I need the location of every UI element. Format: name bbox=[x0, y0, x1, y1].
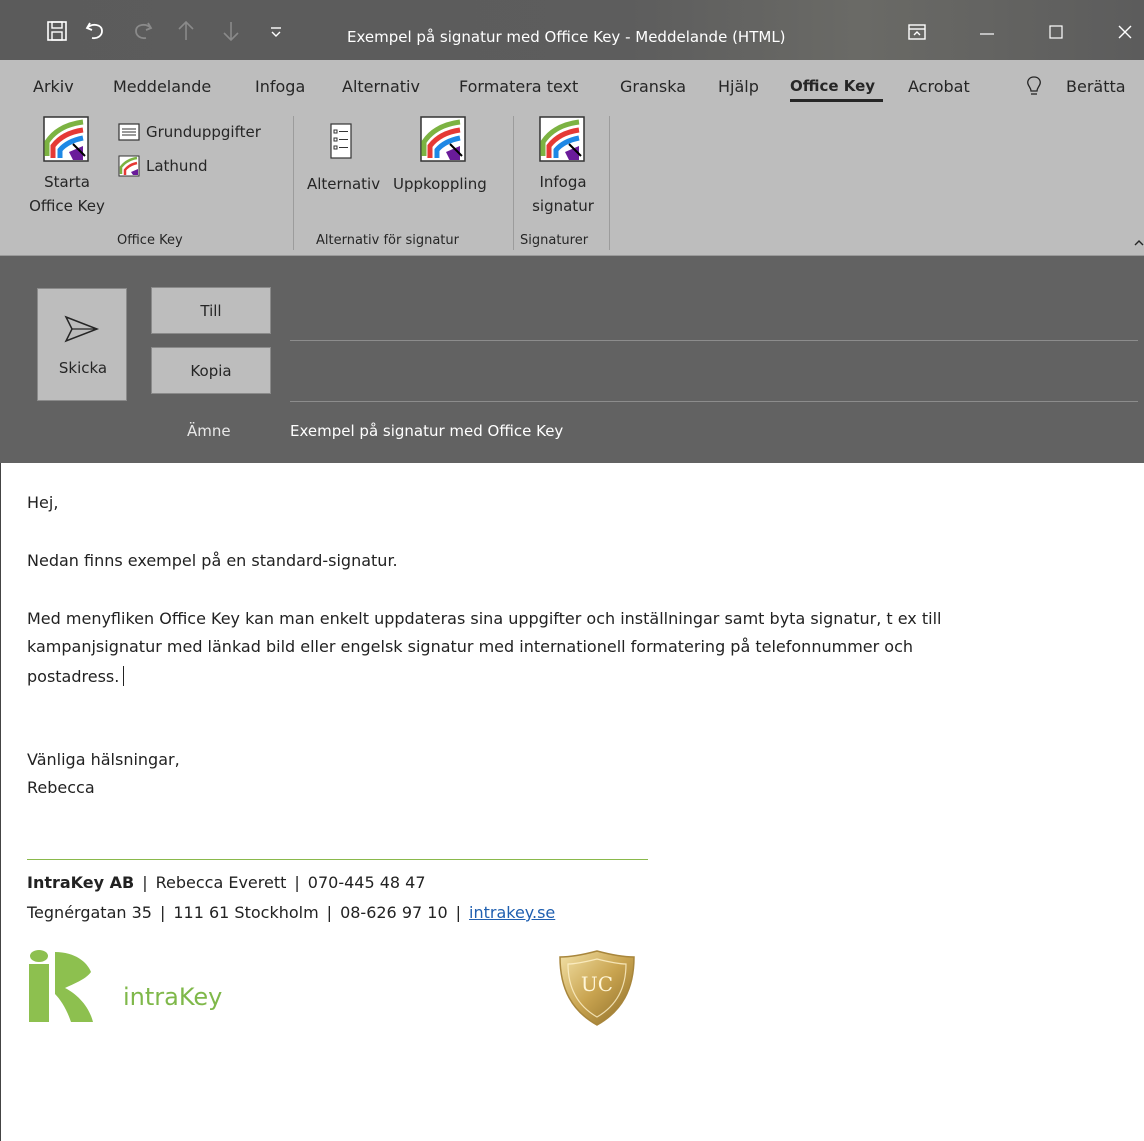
infoga-label-line2: signatur bbox=[532, 197, 594, 215]
tab-office-key[interactable]: Office Key bbox=[790, 77, 875, 95]
separator: | bbox=[455, 903, 462, 922]
lightbulb-icon[interactable] bbox=[1026, 76, 1042, 98]
alternativ-label: Alternativ bbox=[307, 175, 381, 193]
group-label-alternativ: Alternativ för signatur bbox=[316, 233, 459, 248]
up-arrow-icon[interactable] bbox=[173, 18, 199, 44]
ribbon-separator bbox=[513, 116, 514, 250]
signature-city: 111 61 Stockholm bbox=[173, 903, 319, 922]
message-body[interactable]: Hej, Nedan finns exempel på en standard-… bbox=[0, 463, 1144, 1141]
signature-divider bbox=[27, 859, 648, 860]
tab-acrobat[interactable]: Acrobat bbox=[908, 77, 970, 96]
tab-formatera-text[interactable]: Formatera text bbox=[459, 77, 578, 96]
tab-hjalp[interactable]: Hjälp bbox=[718, 77, 759, 96]
collapse-ribbon-icon[interactable] bbox=[1134, 238, 1144, 246]
send-label: Skicka bbox=[58, 359, 108, 377]
uc-badge-icon: UC bbox=[559, 950, 635, 1026]
start-label-line2: Office Key bbox=[29, 197, 105, 215]
ribbon-tabs: Arkiv Meddelande Infoga Alternativ Forma… bbox=[0, 60, 1144, 110]
group-label-office-key: Office Key bbox=[117, 233, 183, 248]
start-label-line1: Starta bbox=[44, 173, 90, 191]
infoga-label-line1: Infoga bbox=[539, 173, 587, 191]
active-tab-indicator bbox=[790, 99, 883, 102]
title-bar: Exempel på signatur med Office Key - Med… bbox=[0, 0, 1144, 60]
office-key-icon bbox=[539, 116, 585, 162]
ribbon-separator bbox=[609, 116, 610, 250]
tab-infoga[interactable]: Infoga bbox=[255, 77, 305, 96]
grunduppgifter-label: Grunduppgifter bbox=[146, 123, 261, 141]
office-key-icon bbox=[43, 116, 89, 162]
body-line-1: Nedan finns exempel på en standard-signa… bbox=[27, 551, 398, 570]
separator: | bbox=[142, 873, 148, 892]
signature-phone: 08-626 97 10 bbox=[340, 903, 448, 922]
down-arrow-icon[interactable] bbox=[218, 18, 244, 44]
save-icon[interactable] bbox=[44, 18, 70, 44]
uc-badge-text: UC bbox=[581, 972, 613, 996]
tab-alternativ[interactable]: Alternativ bbox=[342, 77, 420, 96]
send-button[interactable]: Skicka bbox=[37, 288, 127, 401]
group-label-signaturer: Signaturer bbox=[520, 233, 589, 248]
closing: Vänliga hälsningar, bbox=[27, 750, 180, 769]
tab-granska[interactable]: Granska bbox=[620, 77, 686, 96]
uppkoppling-label: Uppkoppling bbox=[393, 175, 487, 193]
customize-icon[interactable] bbox=[263, 18, 289, 44]
office-key-small-icon bbox=[118, 155, 140, 177]
office-key-icon bbox=[420, 116, 466, 162]
tab-arkiv[interactable]: Arkiv bbox=[33, 77, 74, 96]
sender-name: Rebecca bbox=[27, 778, 95, 797]
body-line-2b: kampanjsignatur med länkad bild eller en… bbox=[27, 637, 914, 656]
signature-street: Tegnérgatan 35 bbox=[27, 903, 152, 922]
signature-line-2: Tegnérgatan 35 | 111 61 Stockholm | 08-626 9… bbox=[27, 903, 555, 922]
close-icon[interactable] bbox=[1115, 22, 1135, 42]
signature-mobile: 070-445 48 47 bbox=[307, 873, 426, 892]
minimize-icon[interactable] bbox=[977, 22, 997, 42]
options-list-icon bbox=[330, 123, 352, 159]
to-field[interactable] bbox=[290, 340, 1138, 341]
tab-meddelande[interactable]: Meddelande bbox=[113, 77, 211, 96]
window-title: Exempel på signatur med Office Key - Med… bbox=[347, 28, 786, 46]
intrakey-logo-text: intraKey bbox=[123, 983, 223, 1011]
separator: | bbox=[159, 903, 166, 922]
signature-company: IntraKey AB bbox=[27, 873, 135, 892]
ribbon: Starta Office Key Grunduppgifter Lathund… bbox=[0, 110, 1144, 256]
ribbon-separator bbox=[293, 116, 294, 250]
intrakey-logo-mark bbox=[29, 950, 93, 1022]
body-line-2c: postadress. bbox=[27, 667, 120, 686]
greeting: Hej, bbox=[27, 493, 59, 512]
intrakey-logo: intraKey bbox=[27, 950, 222, 1026]
send-icon bbox=[64, 315, 100, 343]
signature-website-link[interactable]: intrakey.se bbox=[469, 903, 555, 922]
tab-beratta[interactable]: Berätta bbox=[1066, 77, 1126, 96]
subject-label: Ämne bbox=[187, 422, 231, 440]
separator: | bbox=[294, 873, 300, 892]
ribbon-display-icon[interactable] bbox=[907, 22, 927, 42]
signature-line-1: IntraKey AB | Rebecca Everett | 070-445 48 4… bbox=[27, 873, 426, 892]
body-line-2c-wrap: postadress. bbox=[27, 665, 125, 689]
subject-field[interactable]: Exempel på signatur med Office Key bbox=[290, 422, 563, 440]
compose-header: Skicka Till Kopia Ämne Exempel på signat… bbox=[0, 256, 1144, 463]
to-button[interactable]: Till bbox=[151, 287, 271, 334]
lathund-label: Lathund bbox=[146, 157, 208, 175]
list-icon bbox=[118, 123, 140, 141]
undo-icon[interactable] bbox=[82, 18, 108, 44]
signature-person: Rebecca Everett bbox=[155, 873, 287, 892]
redo-icon[interactable] bbox=[130, 18, 156, 44]
cc-field[interactable] bbox=[290, 401, 1138, 402]
text-caret bbox=[123, 666, 125, 686]
maximize-icon[interactable] bbox=[1046, 22, 1066, 42]
separator: | bbox=[326, 903, 333, 922]
cc-button[interactable]: Kopia bbox=[151, 347, 271, 394]
body-line-2a: Med menyfliken Office Key kan man enkelt… bbox=[27, 609, 942, 628]
